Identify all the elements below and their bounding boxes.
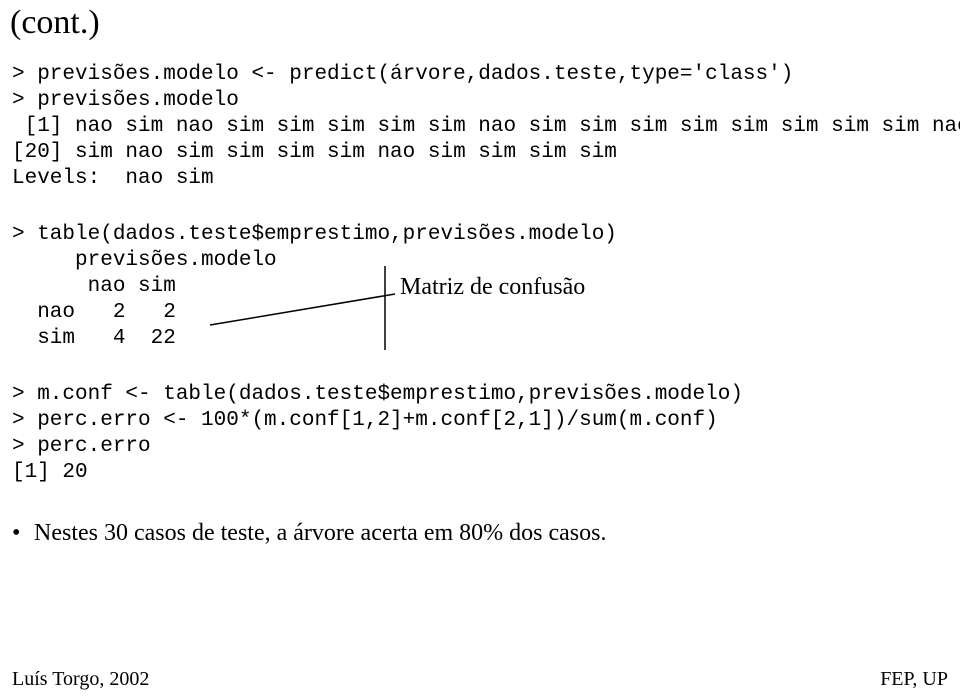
code-line: > perc.erro	[12, 434, 151, 460]
bullet-text: Nestes 30 casos de teste, a árvore acert…	[34, 520, 606, 546]
code-line: [20] sim nao sim sim sim sim nao sim sim…	[12, 140, 617, 166]
code-line: nao sim	[12, 274, 176, 300]
footer-left: Luís Torgo, 2002	[12, 668, 149, 691]
code-line: sim 4 22	[12, 326, 176, 352]
code-line: [1] 20	[12, 460, 88, 486]
code-line: > perc.erro <- 100*(m.conf[1,2]+m.conf[2…	[12, 408, 718, 434]
code-line: [1] nao sim nao sim sim sim sim sim nao …	[12, 114, 960, 140]
bullet-icon: •	[12, 520, 34, 547]
confusion-matrix-label: Matriz de confusão	[400, 274, 585, 301]
code-line: > previsões.modelo <- predict(árvore,dad…	[12, 62, 793, 88]
code-line: nao 2 2	[12, 300, 176, 326]
page-title: (cont.)	[10, 4, 100, 42]
code-line: previsões.modelo	[12, 248, 277, 274]
code-line: Levels: nao sim	[12, 166, 214, 192]
code-line: > previsões.modelo	[12, 88, 239, 114]
footer-right: FEP, UP	[880, 668, 948, 691]
bullet-point: •Nestes 30 casos de teste, a árvore acer…	[12, 520, 606, 547]
code-line: > m.conf <- table(dados.teste$emprestimo…	[12, 382, 743, 408]
code-line: > table(dados.teste$emprestimo,previsões…	[12, 222, 617, 248]
